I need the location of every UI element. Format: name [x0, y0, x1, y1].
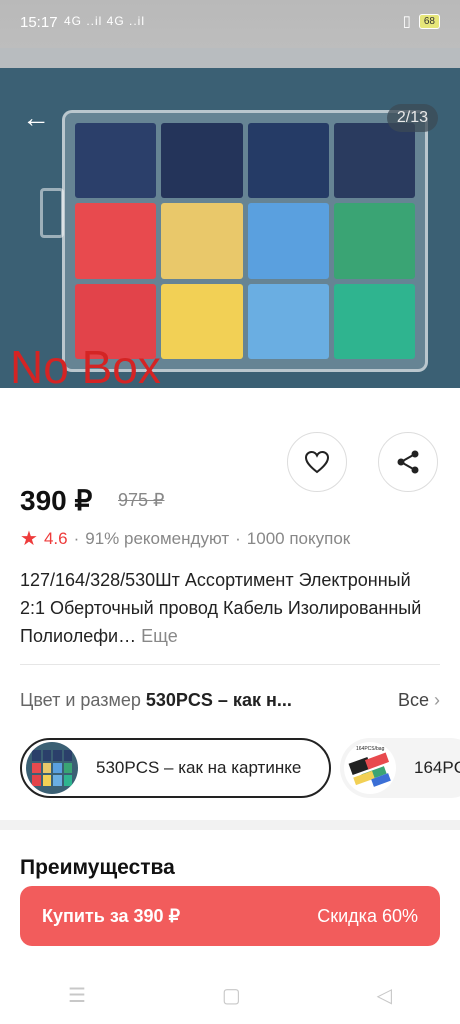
tube-cell	[247, 203, 329, 279]
box-latch	[40, 188, 64, 238]
product-gallery[interactable]: ← 2/13 No Box	[0, 48, 460, 388]
current-price: 390 ₽	[20, 485, 93, 516]
all-variants-link[interactable]: Все ›	[398, 690, 440, 711]
section-separator	[0, 820, 460, 830]
discount-label: Скидка 60%	[317, 905, 418, 926]
tube-cell	[75, 123, 157, 199]
chevron-right-icon: ›	[434, 690, 440, 710]
favorite-button[interactable]	[287, 432, 347, 492]
tube-cell	[247, 123, 329, 199]
vibrate-icon: ▯	[402, 13, 411, 30]
product-image	[62, 110, 428, 372]
variant-option-164[interactable]: 164PCS/bag 164PCS	[340, 738, 460, 798]
separator-dot: ·	[235, 528, 241, 548]
status-right: ▯ 68	[403, 12, 440, 30]
variant-thumbnail	[26, 742, 78, 794]
advantages-heading: Преимущества	[20, 856, 175, 879]
tube-cell	[161, 283, 243, 359]
tube-cell	[161, 203, 243, 279]
buy-button-label: Купить за 390 ₽	[42, 905, 181, 926]
rating-row[interactable]: ★ 4.6 · 91% рекомендуют · 1000 покупок	[20, 526, 350, 551]
back-arrow-icon[interactable]: ←	[22, 104, 50, 132]
rating-value: 4.6	[43, 528, 68, 548]
recommend-text: 91% рекомендуют	[85, 528, 230, 548]
menu-icon[interactable]: ☰	[68, 983, 86, 1008]
more-link[interactable]: Еще	[141, 626, 178, 646]
thumbnail-caption: 164PCS/bag	[356, 746, 385, 752]
status-bar: 15:17 4G ..il 4G ..il ▯ 68	[0, 0, 460, 48]
variant-selector-row[interactable]: Цвет и размер 530PCS – как н... Все ›	[20, 690, 440, 711]
variant-selected: 530PCS – как н...	[145, 690, 292, 710]
old-price: 975 ₽	[118, 490, 165, 510]
purchases-text: 1000 покупок	[246, 528, 351, 548]
share-icon	[397, 450, 419, 474]
variant-option-label: 530PCS – как на картинке	[96, 758, 302, 777]
star-icon: ★	[20, 528, 38, 550]
battery-icon: 68	[418, 13, 440, 29]
tube-cell	[333, 203, 415, 279]
status-time: 15:17	[20, 14, 58, 31]
product-title-text: 127/164/328/530Шт Ассортимент Электронны…	[20, 570, 422, 646]
tube-cell	[333, 123, 415, 199]
gallery-top-band	[0, 48, 460, 68]
buy-button[interactable]: Купить за 390 ₽ Скидка 60%	[20, 886, 440, 946]
back-triangle-icon[interactable]: ◁	[377, 983, 392, 1008]
variant-label: Цвет и размер	[20, 690, 141, 710]
variant-option-label: 164PCS	[414, 758, 460, 777]
image-counter: 2/13	[386, 104, 438, 132]
variant-option-530[interactable]: 530PCS – как на картинке	[20, 738, 331, 798]
all-variants-label: Все	[397, 690, 429, 710]
tube-cell	[247, 283, 329, 359]
heart-icon	[304, 450, 330, 474]
product-title: 127/164/328/530Шт Ассортимент Электронны…	[20, 566, 440, 650]
tube-cell	[333, 283, 415, 359]
divider	[20, 664, 440, 665]
home-icon[interactable]: ▢	[222, 983, 241, 1008]
system-nav-bar: ☰ ▢ ◁	[0, 966, 460, 1024]
separator-dot: ·	[73, 528, 80, 548]
share-button[interactable]	[378, 432, 438, 492]
image-overlay-text: No Box	[10, 341, 161, 388]
tube-cell	[161, 123, 243, 199]
signal-icon: 4G ..il 4G ..il	[64, 14, 146, 28]
tube-cell	[75, 203, 157, 279]
variant-thumbnail: 164PCS/bag	[344, 742, 396, 794]
